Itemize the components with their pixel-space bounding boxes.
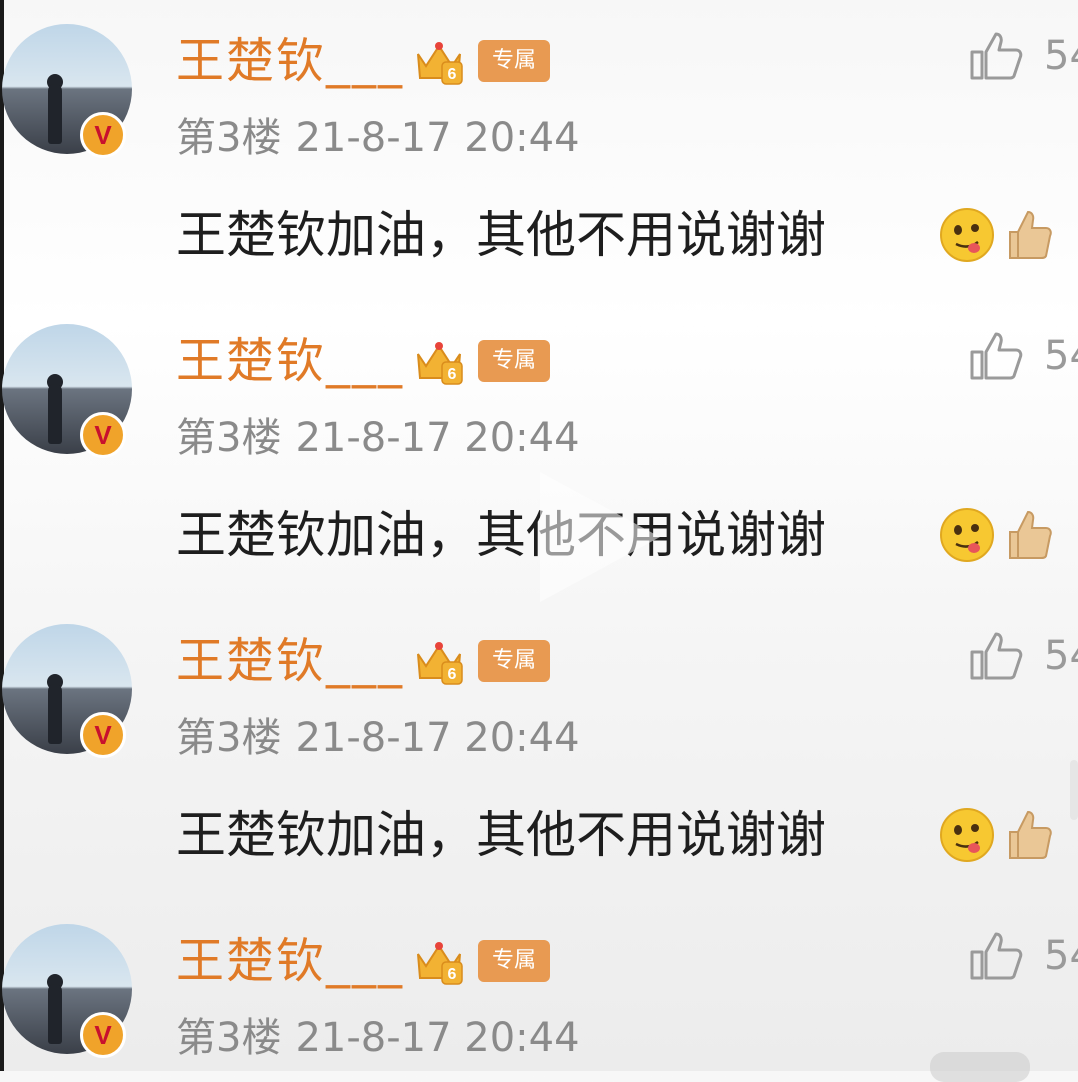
comment-item: V 王楚钦___ 6 专属 54 第3楼 21-8-17 20:44 王楚钦加油，…: [0, 0, 1078, 300]
exclusive-badge: 专属: [478, 940, 550, 982]
exclusive-badge: 专属: [478, 340, 550, 382]
level-number: 6: [448, 666, 457, 683]
comment-text: 王楚钦加油，其他不用说谢谢: [176, 206, 826, 264]
floor-label: 第3楼: [176, 415, 282, 461]
floor-label: 第3楼: [176, 115, 282, 161]
like-count: 54: [1044, 633, 1078, 679]
crown-level-icon: 6: [417, 642, 463, 685]
verified-badge-icon: V: [80, 712, 126, 758]
verified-badge-icon: V: [80, 112, 126, 158]
bottom-overlay-pill: [930, 1052, 1030, 1082]
level-number: 6: [448, 66, 457, 83]
username[interactable]: 王楚钦___: [176, 30, 404, 92]
crown-level-icon: 6: [417, 942, 463, 985]
username[interactable]: 王楚钦___: [176, 630, 404, 692]
comment-timestamp: 21-8-17 20:44: [295, 715, 580, 761]
thumbs-up-emoji: [1009, 510, 1052, 559]
comment-meta: 第3楼 21-8-17 20:44: [176, 1010, 580, 1066]
like-thumb-icon[interactable]: [968, 30, 1024, 82]
comment-item: V 王楚钦___ 6 专属 54 第3楼 21-8-17 20:44 王楚钦加油，…: [0, 600, 1078, 900]
like-count: 54: [1044, 933, 1078, 979]
comment-timestamp: 21-8-17 20:44: [295, 415, 580, 461]
scrollbar[interactable]: [1070, 760, 1078, 820]
verified-badge-icon: V: [80, 1012, 126, 1058]
username-text[interactable]: 王楚钦___: [176, 633, 404, 689]
like-count: 54: [1044, 33, 1078, 79]
crown-level-icon: 6: [417, 342, 463, 385]
floor-label: 第3楼: [176, 1015, 282, 1061]
username-text[interactable]: 王楚钦___: [176, 33, 404, 89]
verified-badge-icon: V: [80, 412, 126, 458]
comment-text: 王楚钦加油，其他不用说谢谢: [176, 806, 826, 864]
like-thumb-icon[interactable]: [968, 930, 1024, 982]
play-icon[interactable]: [530, 462, 670, 612]
level-number: 6: [448, 966, 457, 983]
username-text[interactable]: 王楚钦___: [176, 333, 404, 389]
comment-item: V 王楚钦___ 6 专属 54 第3楼 21-8-17 20:44: [0, 900, 1078, 1071]
tongue-out-emoji: [940, 508, 994, 562]
thumbs-up-emoji: [1009, 210, 1052, 259]
username-text[interactable]: 王楚钦___: [176, 933, 404, 989]
comment-timestamp: 21-8-17 20:44: [295, 1015, 580, 1061]
comment-meta: 第3楼 21-8-17 20:44: [176, 410, 580, 466]
like-count: 54: [1044, 333, 1078, 379]
comment-meta: 第3楼 21-8-17 20:44: [176, 110, 580, 166]
tongue-out-emoji: [940, 208, 994, 262]
tongue-out-emoji: [940, 808, 994, 862]
like-thumb-icon[interactable]: [968, 330, 1024, 382]
comment-text: 王楚钦加油，其他不用说谢谢: [176, 506, 826, 564]
comment-meta: 第3楼 21-8-17 20:44: [176, 710, 580, 766]
floor-label: 第3楼: [176, 715, 282, 761]
crown-level-icon: 6: [417, 42, 463, 85]
username[interactable]: 王楚钦___: [176, 930, 404, 992]
exclusive-badge: 专属: [478, 640, 550, 682]
comment-timestamp: 21-8-17 20:44: [295, 115, 580, 161]
username[interactable]: 王楚钦___: [176, 330, 404, 392]
like-thumb-icon[interactable]: [968, 630, 1024, 682]
level-number: 6: [448, 366, 457, 383]
exclusive-badge: 专属: [478, 40, 550, 82]
thumbs-up-emoji: [1009, 810, 1052, 859]
